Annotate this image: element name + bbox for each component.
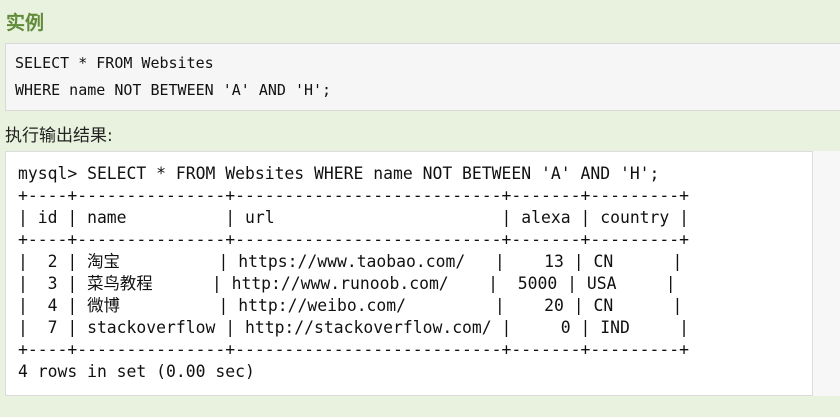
output-label: 执行输出结果: xyxy=(5,126,113,146)
terminal-output: mysql> SELECT * FROM Websites WHERE name… xyxy=(5,151,813,396)
example-code-block: SELECT * FROM Websites WHERE name NOT BE… xyxy=(5,43,840,111)
table-row: | 4 | 微博 | http://weibo.com/ | 20 | CN | xyxy=(18,296,683,315)
table-border-mid: +----+---------------+------------------… xyxy=(18,230,690,249)
table-row: | 2 | 淘宝 | https://www.taobao.com/ | 13 … xyxy=(18,252,683,271)
section-heading: 实例 xyxy=(6,12,45,34)
side-scroll-area xyxy=(813,151,840,396)
code-line-select: SELECT * FROM Websites xyxy=(15,54,214,72)
table-row: | 7 | stackoverflow | http://stackoverfl… xyxy=(18,318,690,337)
code-line-where: WHERE name NOT BETWEEN 'A' AND 'H'; xyxy=(15,81,332,99)
terminal-command: mysql> SELECT * FROM Websites WHERE name… xyxy=(18,164,660,183)
table-border-bottom: +----+---------------+------------------… xyxy=(18,340,690,359)
result-summary: 4 rows in set (0.00 sec) xyxy=(18,362,255,381)
table-row: | 3 | 菜鸟教程 | http://www.runoob.com/ | 50… xyxy=(18,274,676,293)
table-border-top: +----+---------------+------------------… xyxy=(18,186,690,205)
table-header: | id | name | url | alexa | country | xyxy=(18,208,690,227)
